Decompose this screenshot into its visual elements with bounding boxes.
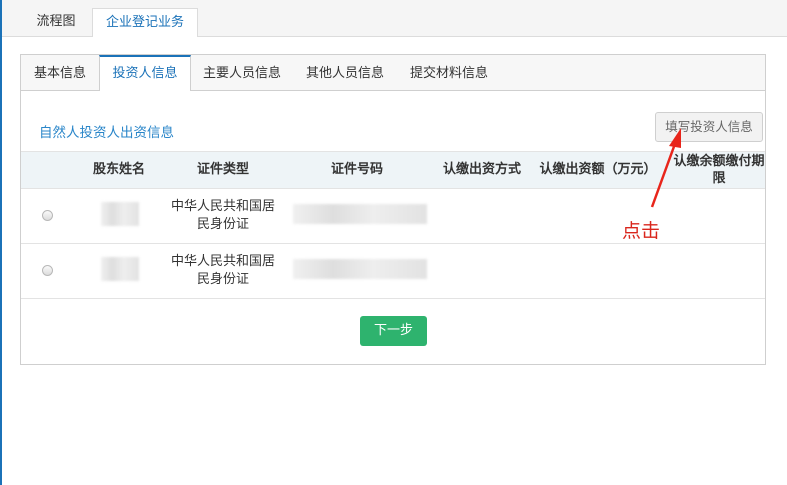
annotation-arrow — [650, 128, 681, 208]
annotation-click-label: 点击 — [622, 220, 661, 242]
